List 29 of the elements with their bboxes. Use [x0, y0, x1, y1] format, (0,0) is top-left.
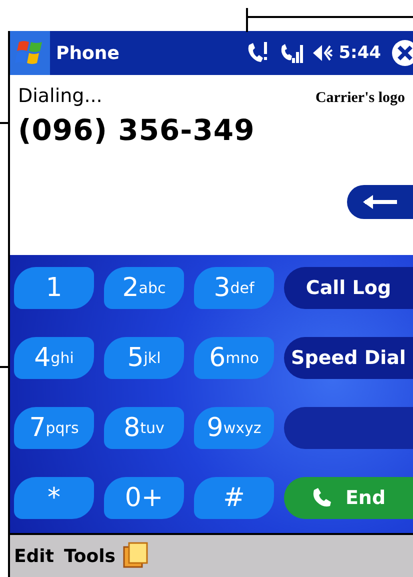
menu-item[interactable]: Edit	[12, 546, 56, 566]
dialed-number: (096) 356-349	[18, 113, 256, 147]
window-title: Phone	[56, 42, 120, 64]
dial-key[interactable]: #	[194, 477, 274, 519]
call-status: Dialing...	[18, 85, 102, 107]
dial-key[interactable]: 4ghi	[14, 337, 94, 379]
carrier-logo-text: Carrier's logo	[315, 90, 405, 107]
windows-flag-icon	[15, 39, 45, 67]
function-button[interactable]: Speed Dial	[284, 337, 413, 379]
start-button[interactable]	[10, 31, 50, 75]
clock-time[interactable]: 5:44	[338, 43, 381, 63]
dial-key[interactable]: 0+	[104, 477, 184, 519]
dial-key[interactable]: 3def	[194, 267, 274, 309]
left-arrow-icon	[363, 195, 397, 209]
dial-key[interactable]: 7 pqrs	[14, 407, 94, 449]
dial-key[interactable]: 6mno	[194, 337, 274, 379]
dial-key[interactable]: 1	[14, 267, 94, 309]
dial-key[interactable]: 2abc	[104, 267, 184, 309]
backspace-button[interactable]	[347, 185, 413, 219]
dial-key[interactable]: 9wxyz	[194, 407, 274, 449]
menu-item[interactable]: Tools	[62, 546, 118, 566]
end-call-button[interactable]: End	[284, 477, 413, 519]
close-icon[interactable]	[391, 39, 413, 67]
note-icon[interactable]	[123, 542, 150, 570]
dial-key[interactable]: 8tuv	[104, 407, 184, 449]
function-button[interactable]: Call Log	[284, 267, 413, 309]
phone-icon	[311, 487, 334, 509]
dial-key[interactable]: 5jkl	[104, 337, 184, 379]
dial-key[interactable]: *	[14, 477, 94, 519]
